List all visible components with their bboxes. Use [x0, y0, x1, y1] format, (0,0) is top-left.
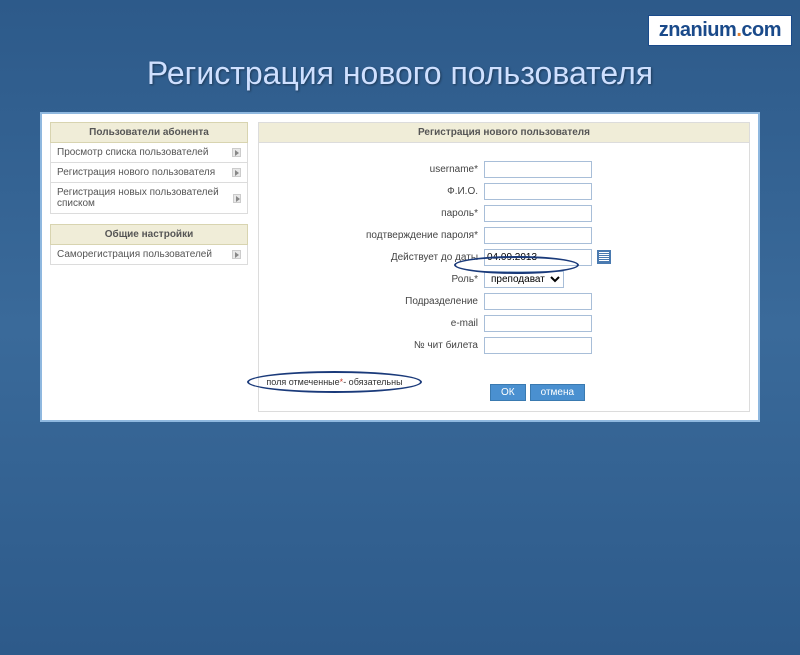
form-title: Регистрация нового пользователя	[259, 123, 749, 143]
label-username: username*	[269, 164, 484, 175]
confirm-password-input[interactable]	[484, 227, 592, 244]
password-input[interactable]	[484, 205, 592, 222]
sidebar-item-register-users-list[interactable]: Регистрация новых пользователей списком	[50, 183, 248, 214]
label-valid: Действует до даты	[269, 252, 484, 263]
label-email: e-mail	[269, 318, 484, 329]
brand-logo: znanium.com	[648, 15, 792, 46]
label-fio: Ф.И.О.	[269, 186, 484, 197]
main-panel: Пользователи абонента Просмотр списка по…	[40, 112, 760, 422]
sidebar-item-label: Просмотр списка пользователей	[57, 147, 208, 158]
username-input[interactable]	[484, 161, 592, 178]
label-role: Роль*	[269, 274, 484, 285]
sidebar-item-label: Регистрация нового пользователя	[57, 167, 215, 178]
sidebar-item-view-users[interactable]: Просмотр списка пользователей	[50, 143, 248, 163]
chevron-right-icon	[232, 148, 241, 157]
sidebar-item-label: Саморегистрация пользователей	[57, 249, 212, 260]
label-password: пароль*	[269, 208, 484, 219]
sidebar-section2-title: Общие настройки	[50, 224, 248, 245]
sidebar-item-label: Регистрация новых пользователей списком	[57, 187, 233, 209]
fio-input[interactable]	[484, 183, 592, 200]
label-dept: Подразделение	[269, 296, 484, 307]
sidebar-item-register-user[interactable]: Регистрация нового пользователя	[50, 163, 248, 183]
ticket-input[interactable]	[484, 337, 592, 354]
form-panel: Регистрация нового пользователя username…	[258, 122, 750, 412]
page-title: Регистрация нового пользователя	[0, 55, 800, 92]
brand-part1: znanium	[659, 19, 737, 41]
role-select[interactable]: преподаватель	[484, 271, 564, 288]
label-confirm: подтверждение пароля*	[269, 230, 484, 241]
email-input[interactable]	[484, 315, 592, 332]
ok-button[interactable]: ОК	[490, 384, 526, 401]
sidebar-section1-title: Пользователи абонента	[50, 122, 248, 143]
valid-date-input[interactable]	[484, 249, 592, 266]
chevron-right-icon	[233, 194, 241, 203]
cancel-button[interactable]: отмена	[530, 384, 585, 401]
brand-part2: com	[741, 19, 781, 41]
chevron-right-icon	[232, 168, 241, 177]
dept-input[interactable]	[484, 293, 592, 310]
sidebar-item-self-register[interactable]: Саморегистрация пользователей	[50, 245, 248, 265]
label-ticket: № чит билета	[269, 340, 484, 351]
calendar-icon[interactable]	[597, 250, 611, 264]
chevron-right-icon	[232, 250, 241, 259]
sidebar: Пользователи абонента Просмотр списка по…	[50, 122, 248, 412]
